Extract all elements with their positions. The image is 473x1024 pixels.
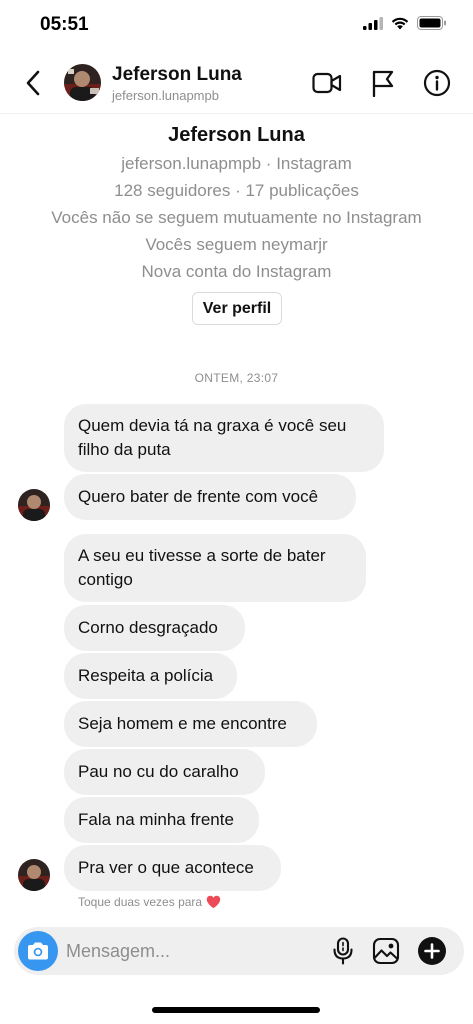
report-button[interactable] bbox=[368, 68, 398, 98]
gallery-button[interactable] bbox=[370, 935, 402, 967]
flag-icon bbox=[372, 70, 394, 97]
add-icon bbox=[418, 937, 446, 965]
avatar[interactable] bbox=[18, 859, 50, 891]
profile-name: Jeferson Luna bbox=[168, 124, 305, 146]
heart-icon bbox=[206, 895, 221, 909]
back-chevron-icon bbox=[26, 70, 40, 96]
info-icon bbox=[423, 69, 451, 97]
message-text: Pau no cu do caralho bbox=[78, 762, 239, 781]
gallery-icon bbox=[372, 937, 400, 965]
message-bubble[interactable]: Seja homem e me encontre bbox=[64, 701, 317, 747]
message-bubble[interactable]: Pau no cu do caralho bbox=[64, 749, 265, 795]
message-bubble[interactable]: Respeita a polícia bbox=[64, 653, 237, 699]
message-text: Fala na minha frente bbox=[78, 810, 234, 829]
message-composer bbox=[14, 927, 464, 975]
double-tap-hint: Toque duas vezes para bbox=[78, 895, 221, 909]
profile-stats: 128 seguidores · 17 publicações bbox=[114, 181, 359, 200]
info-button[interactable] bbox=[422, 68, 452, 98]
status-bar: 05:51 bbox=[0, 0, 473, 52]
profile-mutual: Vocês seguem neymarjr bbox=[145, 235, 328, 254]
hint-text: Toque duas vezes para bbox=[78, 895, 203, 909]
profile-username-line: jeferson.lunapmpb · Instagram bbox=[121, 154, 352, 173]
message-text: A seu eu tivesse a sorte de bater contig… bbox=[78, 546, 326, 589]
message-bubble[interactable]: A seu eu tivesse a sorte de bater contig… bbox=[64, 534, 366, 602]
message-text: Quem devia tá na graxa é você seu filho … bbox=[78, 416, 347, 459]
camera-button[interactable] bbox=[18, 931, 58, 971]
message-bubble[interactable]: Quem devia tá na graxa é você seu filho … bbox=[64, 404, 384, 472]
add-button[interactable] bbox=[416, 935, 448, 967]
signal-icon bbox=[363, 16, 383, 30]
view-profile-button[interactable]: Ver perfil bbox=[192, 292, 282, 325]
message-bubble[interactable]: Quero bater de frente com você bbox=[64, 474, 356, 520]
message-text: Respeita a polícia bbox=[78, 666, 214, 685]
video-call-button[interactable] bbox=[312, 68, 342, 98]
battery-icon bbox=[417, 16, 446, 30]
message-bubble[interactable]: Pra ver o que acontece bbox=[64, 845, 281, 891]
message-input[interactable] bbox=[66, 935, 316, 967]
home-indicator bbox=[152, 1007, 320, 1013]
profile-summary: Jeferson Luna jeferson.lunapmpb · Instag… bbox=[0, 120, 473, 282]
wifi-icon bbox=[391, 17, 409, 29]
header-name[interactable]: Jeferson Luna bbox=[112, 64, 242, 86]
microphone-icon bbox=[333, 937, 353, 965]
status-time: 05:51 bbox=[40, 14, 89, 35]
voice-message-button[interactable] bbox=[327, 935, 359, 967]
message-text: Pra ver o que acontece bbox=[78, 858, 254, 877]
chat-header: Jeferson Luna jeferson.lunapmpb bbox=[0, 52, 473, 114]
video-camera-icon bbox=[312, 72, 342, 94]
profile-new-account: Nova conta do Instagram bbox=[141, 262, 332, 281]
message-text: Corno desgraçado bbox=[78, 618, 218, 637]
message-bubble[interactable]: Corno desgraçado bbox=[64, 605, 245, 651]
status-icons bbox=[363, 16, 447, 30]
camera-icon bbox=[28, 942, 48, 960]
profile-follow-status: Vocês não se seguem mutuamente no Instag… bbox=[51, 208, 422, 227]
avatar[interactable] bbox=[64, 64, 101, 101]
message-timestamp: ONTEM, 23:07 bbox=[194, 371, 279, 385]
avatar[interactable] bbox=[18, 489, 50, 521]
back-button[interactable] bbox=[18, 68, 48, 98]
message-text: Quero bater de frente com você bbox=[78, 487, 319, 506]
header-username: jeferson.lunapmpb bbox=[112, 88, 219, 103]
message-text: Seja homem e me encontre bbox=[78, 714, 287, 733]
message-bubble[interactable]: Fala na minha frente bbox=[64, 797, 259, 843]
